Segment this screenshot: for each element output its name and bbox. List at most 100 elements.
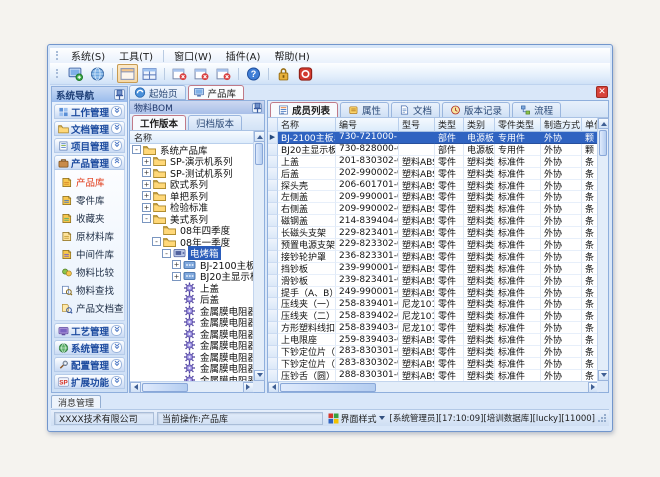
section-toggle-button[interactable]: [111, 106, 122, 117]
row-marker[interactable]: [268, 287, 278, 299]
cell[interactable]: 压线夹（二）: [278, 310, 336, 322]
cell[interactable]: 塑料类: [464, 287, 495, 299]
section-toggle-button[interactable]: [111, 359, 122, 370]
cell[interactable]: 上盖: [278, 156, 336, 168]
cell[interactable]: [399, 132, 435, 144]
cell[interactable]: 外协: [541, 370, 582, 382]
cell[interactable]: 零件: [435, 334, 464, 346]
cell[interactable]: 塑料ABS: [399, 191, 435, 203]
cell[interactable]: 塑料ABS: [399, 215, 435, 227]
expand-icon[interactable]: +: [142, 157, 151, 166]
table-vertical-scrollbar[interactable]: [597, 118, 608, 381]
toolbar-button-6[interactable]: [191, 64, 212, 83]
cell[interactable]: 塑料类: [464, 180, 495, 192]
cell[interactable]: 塑料类: [464, 298, 495, 310]
cell[interactable]: 塑料类: [464, 251, 495, 263]
expand-icon[interactable]: +: [142, 168, 151, 177]
sidebar-item-7[interactable]: 物料查找: [55, 281, 124, 299]
cell[interactable]: 标准件: [495, 346, 541, 358]
cell[interactable]: 塑料ABS: [399, 263, 435, 275]
cell[interactable]: 零件: [435, 180, 464, 192]
cell[interactable]: 部件: [435, 132, 464, 144]
cell[interactable]: 外协: [541, 310, 582, 322]
cell[interactable]: 零件: [435, 251, 464, 263]
column-header-5[interactable]: 类别: [464, 118, 495, 132]
cell[interactable]: 标准件: [495, 239, 541, 251]
cell[interactable]: 零件: [435, 239, 464, 251]
cell[interactable]: 塑料类: [464, 168, 495, 180]
cell[interactable]: 外协: [541, 298, 582, 310]
cell[interactable]: 塑料ABS: [399, 358, 435, 370]
row-marker[interactable]: ▶: [268, 132, 278, 144]
close-document-button[interactable]: ✕: [596, 86, 608, 98]
cell[interactable]: 标准件: [495, 203, 541, 215]
cell[interactable]: 塑料ABS: [399, 287, 435, 299]
cell[interactable]: 201-830302-00X: [336, 156, 399, 168]
cell[interactable]: BJ-2100主板单点: [278, 132, 336, 144]
cell[interactable]: 288-830301-00X: [336, 370, 399, 382]
table-tab-1[interactable]: 成员列表: [270, 102, 338, 117]
cell[interactable]: 标准件: [495, 180, 541, 192]
cell[interactable]: 尼龙1010: [399, 322, 435, 334]
cell[interactable]: BJ20主显示板: [278, 144, 336, 156]
row-marker[interactable]: [268, 263, 278, 275]
cell[interactable]: 标准件: [495, 251, 541, 263]
menu-item-3[interactable]: 窗口(W): [167, 47, 219, 64]
expand-icon[interactable]: +: [172, 272, 181, 281]
sidebar-section-3[interactable]: 项目管理: [54, 138, 125, 153]
cell[interactable]: 零件: [435, 263, 464, 275]
cell[interactable]: 零件: [435, 191, 464, 203]
toolbar-button-8[interactable]: ?: [243, 64, 264, 83]
section-toggle-button[interactable]: [111, 376, 122, 387]
cell[interactable]: 外协: [541, 239, 582, 251]
scroll-thumb[interactable]: [599, 130, 607, 156]
cell[interactable]: 预置电源支架: [278, 239, 336, 251]
table-horizontal-scrollbar[interactable]: [268, 381, 599, 392]
cell[interactable]: 标准件: [495, 287, 541, 299]
cell[interactable]: 塑料ABS: [399, 180, 435, 192]
row-marker[interactable]: [268, 251, 278, 263]
cell[interactable]: 标准件: [495, 275, 541, 287]
tree-node[interactable]: 上盖: [130, 282, 254, 294]
cell[interactable]: 零件: [435, 310, 464, 322]
column-header-1[interactable]: 名称: [278, 118, 336, 132]
row-marker[interactable]: [268, 191, 278, 203]
menubar-grip[interactable]: [56, 51, 59, 60]
cell[interactable]: 尼龙1010: [399, 298, 435, 310]
cell[interactable]: 外协: [541, 322, 582, 334]
cell[interactable]: 塑料类: [464, 227, 495, 239]
tree-node[interactable]: +BJ20主显示板: [130, 271, 254, 283]
tree-pin-button[interactable]: [252, 103, 262, 113]
cell[interactable]: 外协: [541, 203, 582, 215]
scroll-left-button[interactable]: [268, 382, 279, 393]
cell[interactable]: 236-823301-00X: [336, 251, 399, 263]
row-marker[interactable]: [268, 310, 278, 322]
ui-style-picker[interactable]: 界面样式: [326, 412, 387, 425]
cell[interactable]: 塑料类: [464, 203, 495, 215]
cell[interactable]: 塑料ABS: [399, 227, 435, 239]
cell[interactable]: 209-990002-01X: [336, 203, 399, 215]
cell[interactable]: 塑料ABS: [399, 168, 435, 180]
doc-tab-2[interactable]: 产品库: [188, 85, 245, 100]
cell[interactable]: 塑料ABS: [399, 203, 435, 215]
cell[interactable]: 零件: [435, 275, 464, 287]
row-marker[interactable]: [268, 346, 278, 358]
sidebar-item-3[interactable]: 收藏夹: [55, 209, 124, 227]
cell[interactable]: 压钞舌（圆）: [278, 370, 336, 382]
menu-item-5[interactable]: 帮助(H): [267, 47, 316, 64]
column-header-6[interactable]: 零件类型: [495, 118, 541, 132]
row-marker[interactable]: [268, 239, 278, 251]
cell[interactable]: 258-839401-00X: [336, 298, 399, 310]
row-marker[interactable]: [268, 275, 278, 287]
cell[interactable]: 标准件: [495, 310, 541, 322]
row-marker[interactable]: [268, 156, 278, 168]
cell[interactable]: 塑料类: [464, 358, 495, 370]
cell[interactable]: 202-990002-01X: [336, 168, 399, 180]
cell[interactable]: 塑料类: [464, 275, 495, 287]
cell[interactable]: 249-990001-01X: [336, 287, 399, 299]
collapse-icon[interactable]: -: [162, 249, 171, 258]
row-marker[interactable]: [268, 215, 278, 227]
sidebar-item-6[interactable]: 物料比较: [55, 263, 124, 281]
cell[interactable]: 259-839403-00X: [336, 334, 399, 346]
cell[interactable]: 磁钢盖: [278, 215, 336, 227]
